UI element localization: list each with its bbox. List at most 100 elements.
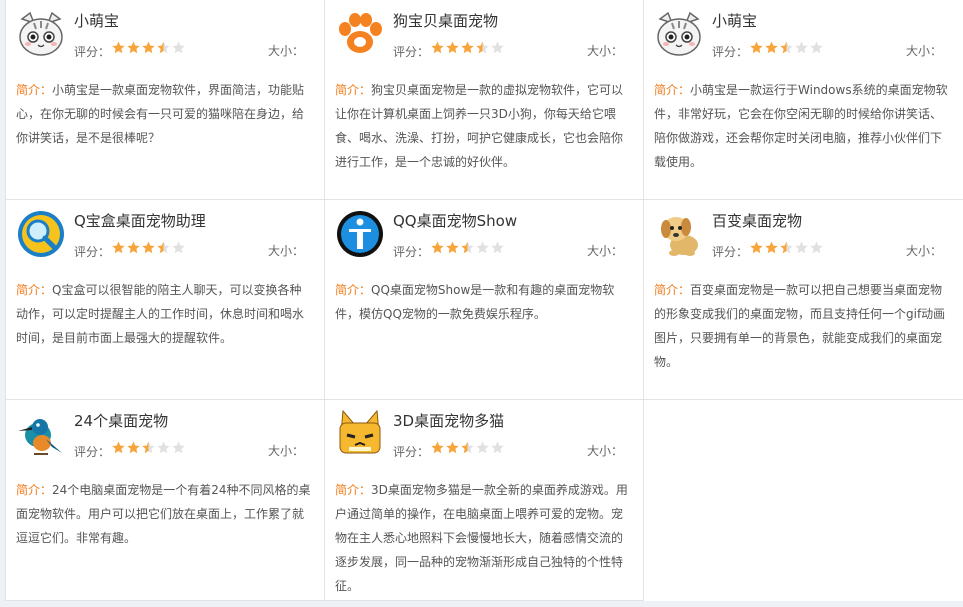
app-name[interactable]: QQ桌面宠物Show — [393, 210, 517, 231]
star-icon — [446, 41, 459, 54]
cat-mascot-icon[interactable] — [335, 409, 385, 459]
kingfisher-icon[interactable] — [16, 409, 66, 459]
magnifier-icon[interactable] — [16, 209, 66, 259]
star-icon — [127, 41, 140, 54]
size-label: 大小： — [268, 44, 305, 58]
description-text: QQ桌面宠物Show是一款和有趣的桌面宠物软件，模仿QQ宠物的一款免费娱乐程序。 — [335, 283, 615, 321]
app-grid: 小萌宝 评分： 大小： 简介：小萌宝是一款桌面宠物软件，界面简洁，功能贴心，在你无聊的… — [5, 0, 963, 601]
cat-face-icon[interactable] — [654, 9, 704, 59]
star-rating — [431, 441, 506, 457]
app-card[interactable]: 3D桌面宠物多猫评分： 大小： 简介：3D桌面宠物多猫是一款全新的桌面养成游戏。用户… — [325, 400, 644, 601]
star-icon — [112, 441, 125, 454]
star-icon — [127, 241, 140, 254]
rating-label: 评分： — [712, 245, 749, 259]
intro-label: 简介： — [654, 83, 691, 97]
star-icon — [142, 41, 155, 54]
star-icon — [750, 41, 763, 54]
app-name[interactable]: 百变桌面宠物 — [712, 210, 802, 231]
star-icon — [431, 441, 444, 454]
app-name[interactable]: 24个桌面宠物 — [74, 410, 168, 431]
size-label: 大小： — [906, 44, 943, 58]
star-rating — [112, 241, 187, 257]
star-icon — [172, 441, 185, 454]
app-name[interactable]: 3D桌面宠物多猫 — [393, 410, 504, 431]
app-description: 简介：24个电脑桌面宠物是一个有着24种不同风格的桌面宠物软件。用户可以把它们放… — [16, 478, 311, 550]
star-rating — [112, 441, 187, 457]
app-description: 简介：小萌宝是一款运行于Windows系统的桌面宠物软件，非常好玩，它会在你空闲… — [654, 78, 949, 174]
description-text: 小萌宝是一款桌面宠物软件，界面简洁，功能贴心，在你无聊的时候会有一只可爱的猫咪陪… — [16, 83, 305, 145]
app-card[interactable]: 狗宝贝桌面宠物 评分： 大小： 简介：狗宝贝桌面宠物是一款的虚拟宠物软件，它可以让你在… — [325, 0, 644, 200]
star-rating — [431, 41, 506, 57]
app-card[interactable]: 24个桌面宠物 评分： 大小： 简介：24个电脑桌面宠物是一个有着24种不同风格的桌面… — [6, 400, 325, 601]
intro-label: 简介： — [654, 283, 691, 297]
star-icon — [157, 441, 170, 454]
star-icon — [476, 241, 489, 254]
star-icon — [142, 441, 155, 454]
star-icon — [142, 241, 155, 254]
star-icon — [127, 441, 140, 454]
star-icon — [446, 241, 459, 254]
star-icon — [157, 241, 170, 254]
star-icon — [795, 41, 808, 54]
app-card[interactable]: 小萌宝评分： 大小： 简介：小萌宝是一款桌面宠物软件，界面简洁，功能贴心，在你无聊的… — [6, 0, 325, 200]
app-card[interactable]: 小萌宝评分： 大小： 简介：小萌宝是一款运行于Windows系统的桌面宠物软件，非常… — [644, 0, 963, 200]
rating-label: 评分： — [393, 445, 430, 459]
rating-label: 评分： — [393, 245, 430, 259]
app-name[interactable]: 小萌宝 — [712, 10, 757, 31]
star-icon — [491, 41, 504, 54]
size-label: 大小： — [268, 244, 305, 258]
star-icon — [112, 241, 125, 254]
size-label: 大小： — [587, 444, 624, 458]
empty-cell — [644, 400, 963, 601]
description-text: 百变桌面宠物是一款可以把自己想要当桌面宠物的形象变成我们的桌面宠物，而且支持任何… — [654, 283, 946, 369]
star-icon — [431, 41, 444, 54]
star-icon — [491, 241, 504, 254]
star-icon — [780, 41, 793, 54]
person-icon[interactable] — [335, 209, 385, 259]
size-label: 大小： — [587, 244, 624, 258]
description-text: 小萌宝是一款运行于Windows系统的桌面宠物软件，非常好玩，它会在你空闲无聊的… — [654, 83, 948, 169]
app-name[interactable]: 小萌宝 — [74, 10, 119, 31]
rating-label: 评分： — [74, 245, 111, 259]
app-description: 简介：狗宝贝桌面宠物是一款的虚拟宠物软件，它可以让你在计算机桌面上饲养一只3D小… — [335, 78, 630, 174]
description-text: 24个电脑桌面宠物是一个有着24种不同风格的桌面宠物软件。用户可以把它们放在桌面… — [16, 483, 311, 545]
app-description: 简介：3D桌面宠物多猫是一款全新的桌面养成游戏。用户通过简单的操作，在电脑桌面上… — [335, 478, 630, 598]
cat-face-icon[interactable] — [16, 9, 66, 59]
star-icon — [810, 241, 823, 254]
rating-label: 评分： — [712, 45, 749, 59]
rating-label: 评分： — [74, 45, 111, 59]
intro-label: 简介： — [16, 483, 53, 497]
size-label: 大小： — [906, 244, 943, 258]
description-text: 狗宝贝桌面宠物是一款的虚拟宠物软件，它可以让你在计算机桌面上饲养一只3D小狗，你… — [335, 83, 624, 169]
intro-label: 简介： — [16, 283, 53, 297]
app-name[interactable]: Q宝盒桌面宠物助理 — [74, 210, 206, 231]
star-icon — [765, 41, 778, 54]
star-icon — [172, 241, 185, 254]
star-icon — [795, 241, 808, 254]
star-icon — [461, 241, 474, 254]
description-text: 3D桌面宠物多猫是一款全新的桌面养成游戏。用户通过简单的操作，在电脑桌面上喂养可… — [335, 483, 628, 593]
intro-label: 简介： — [16, 83, 53, 97]
star-rating — [750, 41, 825, 57]
app-card[interactable]: Q宝盒桌面宠物助理评分： 大小： 简介：Q宝盒可以很智能的陪主人聊天，可以变换各种动… — [6, 200, 325, 400]
star-icon — [112, 41, 125, 54]
rating-label: 评分： — [74, 445, 111, 459]
app-description: 简介：Q宝盒可以很智能的陪主人聊天，可以变换各种动作，可以定时提醒主人的工作时间… — [16, 278, 311, 350]
paw-icon[interactable] — [335, 9, 385, 59]
star-icon — [476, 41, 489, 54]
star-icon — [461, 441, 474, 454]
star-icon — [431, 241, 444, 254]
puppy-icon[interactable] — [654, 209, 704, 259]
app-name[interactable]: 狗宝贝桌面宠物 — [393, 10, 498, 31]
star-icon — [780, 241, 793, 254]
star-icon — [157, 41, 170, 54]
star-rating — [431, 241, 506, 257]
star-icon — [476, 441, 489, 454]
app-description: 简介：QQ桌面宠物Show是一款和有趣的桌面宠物软件，模仿QQ宠物的一款免费娱乐… — [335, 278, 630, 326]
app-description: 简介：百变桌面宠物是一款可以把自己想要当桌面宠物的形象变成我们的桌面宠物，而且支… — [654, 278, 949, 374]
size-label: 大小： — [587, 44, 624, 58]
app-description: 简介：小萌宝是一款桌面宠物软件，界面简洁，功能贴心，在你无聊的时候会有一只可爱的… — [16, 78, 311, 150]
app-card[interactable]: 百变桌面宠物评分： 大小： 简介：百变桌面宠物是一款可以把自己想要当桌面宠物的形象变… — [644, 200, 963, 400]
app-card[interactable]: QQ桌面宠物Show 评分： 大小： 简介：QQ桌面宠物Show是一款和有趣的桌面宠物… — [325, 200, 644, 400]
intro-label: 简介： — [335, 283, 372, 297]
